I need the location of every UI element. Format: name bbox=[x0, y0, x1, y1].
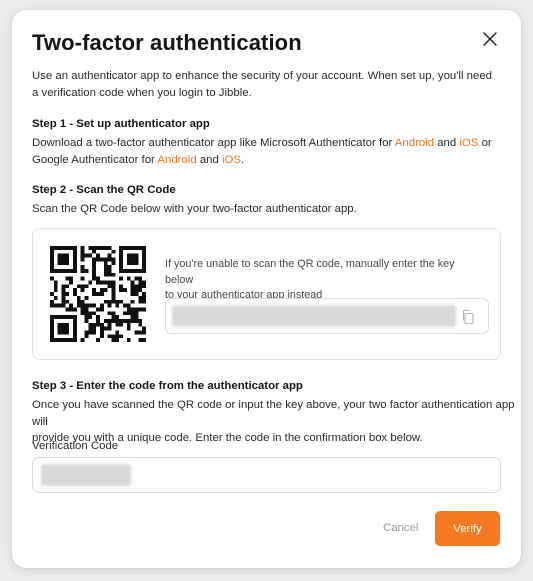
intro-line-1: Use an authenticator app to enhance the … bbox=[32, 70, 492, 82]
intro-text: Use an authenticator app to enhance the … bbox=[32, 68, 492, 101]
verify-button[interactable]: Verify bbox=[435, 511, 500, 546]
step2-instruction: Scan the QR Code below with your two-fac… bbox=[32, 203, 357, 215]
cancel-button[interactable]: Cancel bbox=[383, 522, 418, 534]
manual-key-hint: If you're unable to scan the QR code, ma… bbox=[165, 257, 485, 304]
step1-heading: Step 1 - Set up authenticator app bbox=[32, 118, 210, 130]
step1-line1-or: or bbox=[478, 137, 492, 149]
secret-key-redacted bbox=[172, 305, 456, 327]
hint-line-1: If you're unable to scan the QR code, ma… bbox=[165, 258, 455, 286]
step1-line2-text: Google Authenticator for bbox=[32, 153, 158, 166]
microsoft-ios-link[interactable]: iOS bbox=[459, 137, 478, 149]
step1-line2-end: . bbox=[241, 153, 245, 166]
secret-key-field[interactable] bbox=[165, 298, 489, 334]
google-ios-link[interactable]: iOS bbox=[222, 154, 241, 166]
copy-icon[interactable] bbox=[460, 309, 476, 325]
step1-line1-and: and bbox=[434, 137, 460, 149]
two-factor-dialog: Two-factor authentication Use an authent… bbox=[12, 10, 521, 568]
verification-code-redacted bbox=[41, 464, 131, 486]
step2-heading: Step 2 - Scan the QR Code bbox=[32, 184, 176, 196]
step1-line1-text: Download a two-factor authenticator app … bbox=[32, 137, 395, 149]
verification-code-label: Verification Code bbox=[32, 440, 119, 452]
step1-line2-and: and bbox=[196, 153, 222, 166]
step3-heading: Step 3 - Enter the code from the authent… bbox=[32, 380, 303, 392]
verification-code-input[interactable] bbox=[32, 457, 501, 493]
step3-line-1: Once you have scanned the QR code or inp… bbox=[32, 399, 515, 428]
google-android-link[interactable]: Android bbox=[157, 154, 196, 166]
step1-text: Download a two-factor authenticator app … bbox=[32, 135, 492, 168]
dialog-title: Two-factor authentication bbox=[32, 30, 302, 55]
microsoft-android-link[interactable]: Android bbox=[395, 137, 434, 149]
qr-panel: If you're unable to scan the QR code, ma… bbox=[32, 228, 501, 360]
intro-line-2: a verification code when you login to Ji… bbox=[32, 86, 252, 99]
close-icon[interactable] bbox=[481, 30, 499, 48]
qr-code bbox=[50, 246, 146, 342]
